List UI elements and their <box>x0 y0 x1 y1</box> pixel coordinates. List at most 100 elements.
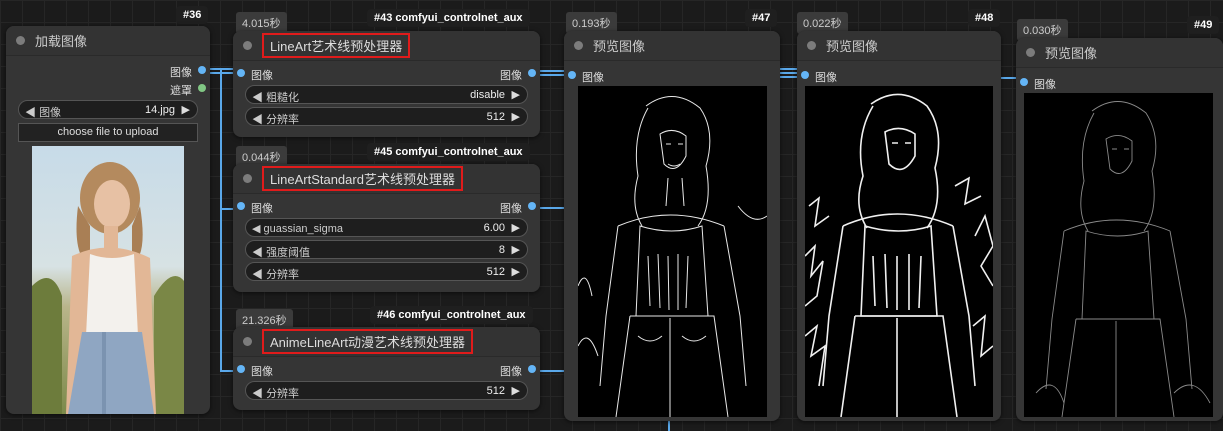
node-id-badge: #48 <box>968 9 1001 27</box>
wire <box>538 370 564 372</box>
widget-value: disable <box>470 89 505 101</box>
widget-value: 8 <box>498 244 505 256</box>
output-port-mask[interactable] <box>198 84 206 92</box>
lineart-preprocessor-node[interactable]: LineArt艺术线预处理器 图像 图像 ◀ 粗糙化 disable ▶ ◀ 分… <box>233 31 540 137</box>
loaded-image-preview <box>32 146 184 414</box>
resolution-widget[interactable]: ◀ 分辨率 512 ▶ <box>245 262 528 281</box>
input-port-image[interactable] <box>237 202 245 210</box>
node-id-badge: #46 comfyui_controlnet_aux <box>370 306 533 324</box>
wire <box>220 70 222 370</box>
input-port-image[interactable] <box>237 69 245 77</box>
preview-image-canvas <box>1024 93 1213 417</box>
image-select-widget[interactable]: ◀ 图像 14.jpg ▶ <box>18 100 198 119</box>
anime-lineart-preprocessor-node[interactable]: AnimeLineArt动漫艺术线预处理器 图像 图像 ◀ 分辨率 512 ▶ <box>233 327 540 410</box>
node-header[interactable]: 预览图像 <box>1016 38 1223 68</box>
arrow-right-icon[interactable]: ▶ <box>512 221 520 234</box>
photo-image <box>32 146 184 414</box>
io-row: 图像 <box>564 66 780 84</box>
node-collapse-dot[interactable] <box>1026 48 1035 57</box>
node-collapse-dot[interactable] <box>574 41 583 50</box>
input-port-image[interactable] <box>568 71 576 79</box>
widget-value: 14.jpg <box>145 104 175 116</box>
gaussian-sigma-widget[interactable]: ◀ guassian_sigma 6.00 ▶ <box>245 218 528 237</box>
anime-lineart-output-image <box>1035 101 1211 417</box>
widget-label-text: 分辨率 <box>266 388 300 400</box>
widget-label-text: 分辨率 <box>266 269 300 281</box>
widget-label: ◀ 分辨率 <box>252 114 300 126</box>
preview-image-canvas <box>578 86 767 417</box>
widget-value: 512 <box>486 385 505 397</box>
preview-image-canvas <box>805 86 993 417</box>
widget-value: 6.00 <box>483 222 505 234</box>
node-header[interactable]: 加载图像 <box>6 26 210 56</box>
arrow-right-icon[interactable]: ▶ <box>512 384 520 397</box>
widget-label: ◀ 分辨率 <box>252 269 300 281</box>
widget-label-text: guassian_sigma <box>263 223 344 235</box>
wire <box>220 208 234 210</box>
input-port-image[interactable] <box>801 71 809 79</box>
node-id-badge: #43 comfyui_controlnet_aux <box>367 9 530 27</box>
node-collapse-dot[interactable] <box>243 41 252 50</box>
output-port-image[interactable] <box>528 202 536 210</box>
io-row: 图像 <box>1016 73 1223 91</box>
input-label: 图像 <box>582 72 604 84</box>
arrow-right-icon[interactable]: ▶ <box>512 110 520 123</box>
node-title: 预览图像 <box>593 39 646 54</box>
resolution-widget[interactable]: ◀ 分辨率 512 ▶ <box>245 381 528 400</box>
widget-label: ◀ 分辨率 <box>252 388 300 400</box>
resolution-widget[interactable]: ◀ 分辨率 512 ▶ <box>245 107 528 126</box>
lineart-standard-output-image <box>805 93 993 417</box>
node-header[interactable]: LineArtStandard艺术线预处理器 <box>233 164 540 194</box>
widget-label: ◀ 图像 <box>25 107 62 119</box>
node-title: LineArtStandard艺术线预处理器 <box>262 166 463 191</box>
wire <box>220 370 234 372</box>
arrow-right-icon[interactable]: ▶ <box>182 103 190 116</box>
output-label: 图像 <box>500 70 522 82</box>
widget-label-text: 粗糙化 <box>266 92 300 104</box>
output-label: 图像 <box>500 366 522 378</box>
wire <box>780 76 798 78</box>
input-label: 图像 <box>251 366 273 378</box>
node-title: 加载图像 <box>35 34 88 49</box>
output-port-image[interactable] <box>198 66 206 74</box>
output-port-image[interactable] <box>528 69 536 77</box>
upload-button[interactable]: choose file to upload <box>18 123 198 142</box>
io-row: 图像 图像 <box>233 197 540 215</box>
wire <box>780 72 798 74</box>
coarse-widget[interactable]: ◀ 粗糙化 disable ▶ <box>245 85 528 104</box>
node-id-badge: #49 <box>1187 16 1220 34</box>
output-label: 图像 <box>500 203 522 215</box>
input-label: 图像 <box>251 70 273 82</box>
node-collapse-dot[interactable] <box>243 174 252 183</box>
input-label: 图像 <box>251 203 273 215</box>
arrow-right-icon[interactable]: ▶ <box>512 265 520 278</box>
node-collapse-dot[interactable] <box>243 337 252 346</box>
node-header[interactable]: 预览图像 <box>797 31 1001 61</box>
output-image-row: 图像 <box>6 61 210 79</box>
node-header[interactable]: 预览图像 <box>564 31 780 61</box>
widget-label: ◀ 粗糙化 <box>252 92 300 104</box>
input-label: 图像 <box>1034 79 1056 91</box>
output-port-image[interactable] <box>528 365 536 373</box>
lineart-standard-preprocessor-node[interactable]: LineArtStandard艺术线预处理器 图像 图像 ◀ guassian_… <box>233 164 540 292</box>
node-title: 预览图像 <box>1045 46 1098 61</box>
node-collapse-dot[interactable] <box>807 41 816 50</box>
widget-value: 512 <box>486 111 505 123</box>
input-port-image[interactable] <box>237 365 245 373</box>
io-row: 图像 图像 <box>233 64 540 82</box>
node-collapse-dot[interactable] <box>16 36 25 45</box>
input-port-image[interactable] <box>1020 78 1028 86</box>
load-image-node[interactable]: 加载图像 图像 遮罩 ◀ 图像 14.jpg ▶ choose file to … <box>6 26 210 414</box>
node-title: AnimeLineArt动漫艺术线预处理器 <box>262 329 474 354</box>
input-label: 图像 <box>815 72 837 84</box>
widget-label: ◀ 强度阈值 <box>252 247 311 259</box>
node-header[interactable]: LineArt艺术线预处理器 <box>233 31 540 61</box>
arrow-right-icon[interactable]: ▶ <box>512 243 520 256</box>
arrow-right-icon[interactable]: ▶ <box>512 88 520 101</box>
node-header[interactable]: AnimeLineArt动漫艺术线预处理器 <box>233 327 540 357</box>
node-id-badge: #36 <box>176 6 209 24</box>
widget-label: ◀ guassian_sigma <box>252 223 344 235</box>
wire <box>1000 77 1016 79</box>
node-id-badge: #45 comfyui_controlnet_aux <box>367 143 530 161</box>
intensity-threshold-widget[interactable]: ◀ 强度阈值 8 ▶ <box>245 240 528 259</box>
